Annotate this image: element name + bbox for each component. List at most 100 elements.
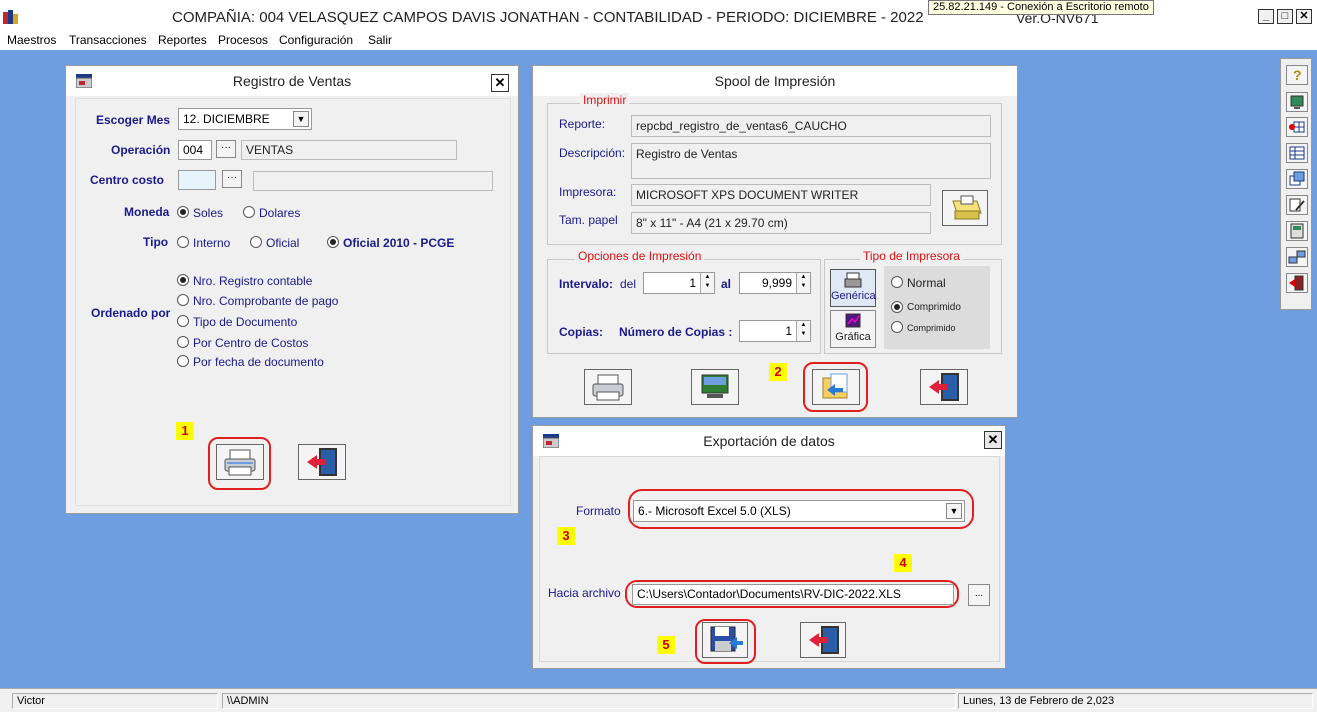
al-spin-arrows[interactable]: ▲ ▼ <box>796 273 810 293</box>
orden-tipo-doc-radio[interactable] <box>177 315 189 327</box>
normal-radio[interactable] <box>891 276 903 288</box>
spool-print-button[interactable] <box>584 369 632 405</box>
centro-costo-code-field[interactable] <box>178 170 216 190</box>
menu-procesos[interactable]: Procesos <box>218 33 268 47</box>
windows-icon[interactable] <box>1286 169 1308 189</box>
moneda-soles-radio[interactable] <box>177 206 189 218</box>
registro-close-button[interactable]: ✕ <box>491 74 509 92</box>
print-button[interactable] <box>216 444 264 480</box>
centro-costo-lookup-button[interactable]: ··· <box>222 170 242 188</box>
operacion-code-field[interactable]: 004 <box>178 140 212 160</box>
spool-preview-button[interactable] <box>691 369 739 405</box>
edit-doc-icon[interactable] <box>1286 195 1308 215</box>
moneda-dolares-radio[interactable] <box>243 206 255 218</box>
tipo-label: Tipo <box>143 235 169 249</box>
save-export-button[interactable] <box>702 622 748 658</box>
grafica-button[interactable]: Gráfica <box>830 310 876 348</box>
mes-select-value: 12. DICIEMBRE <box>183 112 270 126</box>
generic-printer-icon <box>844 272 862 288</box>
app-icon <box>3 10 19 24</box>
title-bar: COMPAÑIA: 004 VELASQUEZ CAMPOS DAVIS JON… <box>0 0 1317 32</box>
orden-tipo-doc-label: Tipo de Documento <box>193 315 298 329</box>
del-spinner[interactable]: 1 ▲ ▼ <box>643 272 715 294</box>
marker-3: 3 <box>557 527 575 545</box>
window-title: COMPAÑIA: 004 VELASQUEZ CAMPOS DAVIS JON… <box>172 9 924 26</box>
orden-fecha-radio[interactable] <box>177 355 189 367</box>
menu-reportes[interactable]: Reportes <box>158 33 207 47</box>
moneda-label: Moneda <box>124 205 170 219</box>
orden-centro-costos-label: Por Centro de Costos <box>193 336 309 350</box>
mes-label: Escoger Mes <box>96 113 171 127</box>
archivo-field[interactable]: C:\Users\Contador\Documents\RV-DIC-2022.… <box>632 584 954 605</box>
tipo-oficial-2010-radio[interactable] <box>327 236 339 248</box>
chevron-down-icon[interactable]: ▼ <box>946 503 962 519</box>
operacion-lookup-button[interactable]: ··· <box>216 140 236 158</box>
maximize-button[interactable]: □ <box>1277 9 1293 24</box>
opciones-group-title: Opciones de Impresión <box>575 249 705 263</box>
exportacion-exit-button[interactable] <box>800 622 846 658</box>
exit-door-icon[interactable] <box>1286 273 1308 293</box>
exit-door-icon <box>307 448 337 476</box>
close-button[interactable]: ✕ <box>1296 9 1312 24</box>
comprimido2-radio[interactable] <box>891 321 903 333</box>
exportacion-close-button[interactable]: ✕ <box>984 431 1002 449</box>
spool-title: Spool de Impresión <box>533 66 1017 96</box>
num-copias-label: Número de Copias : <box>619 325 733 339</box>
spool-export-button[interactable] <box>812 369 860 405</box>
network-icon[interactable] <box>1286 247 1308 267</box>
impresora-label: Impresora: <box>559 185 617 199</box>
tipo-impresora-title: Tipo de Impresora <box>860 249 963 263</box>
reporte-field: repcbd_registro_de_ventas6_CAUCHO <box>631 115 991 137</box>
orden-centro-costos-radio[interactable] <box>177 336 189 348</box>
chevron-down-icon[interactable]: ▼ <box>293 111 309 127</box>
registro-exit-button[interactable] <box>298 444 346 480</box>
copias-spin-arrows[interactable]: ▲ ▼ <box>796 321 810 341</box>
export-folder-icon <box>822 373 848 399</box>
ordenado-label: Ordenado por <box>91 306 171 320</box>
del-value: 1 <box>689 276 696 290</box>
reporte-label: Reporte: <box>559 117 606 131</box>
calculator-icon[interactable] <box>1286 221 1308 241</box>
papel-label: Tam. papel <box>559 213 618 227</box>
spool-exit-button[interactable] <box>920 369 968 405</box>
spool-title-text: Spool de Impresión <box>714 73 836 89</box>
formato-select[interactable]: 6.- Microsoft Excel 5.0 (XLS) ▼ <box>633 500 965 522</box>
marker-2: 2 <box>769 363 787 381</box>
moneda-dolares-label: Dolares <box>259 206 301 220</box>
rdp-tooltip: 25.82.21.149 - Conexión a Escritorio rem… <box>928 0 1154 15</box>
comprimido-radio[interactable] <box>891 301 903 313</box>
menu-configuracion[interactable]: Configuración <box>279 33 353 47</box>
generica-button[interactable]: Genérica <box>830 269 876 307</box>
monitor-icon[interactable] <box>1286 92 1308 112</box>
tipo-interno-radio[interactable] <box>177 236 189 248</box>
comprimido-label: Comprimido <box>907 302 961 313</box>
exportacion-body <box>539 456 1000 662</box>
menu-transacciones[interactable]: Transacciones <box>69 33 147 47</box>
copias-spinner[interactable]: 1 ▲ ▼ <box>739 320 811 342</box>
orden-comprobante-radio[interactable] <box>177 294 189 306</box>
menu-maestros[interactable]: Maestros <box>7 33 56 47</box>
menu-salir[interactable]: Salir <box>368 33 392 47</box>
table-icon[interactable] <box>1286 143 1308 163</box>
right-toolbar: ? <box>1280 58 1312 310</box>
descripcion-label: Descripción: <box>559 146 626 160</box>
mes-select[interactable]: 12. DICIEMBRE ▼ <box>178 108 312 130</box>
registro-title-text: Registro de Ventas <box>232 73 352 89</box>
grid-add-icon[interactable] <box>1286 117 1308 137</box>
printer-icon <box>224 449 256 476</box>
orden-registro-radio[interactable] <box>177 274 189 286</box>
al-value: 9,999 <box>761 276 792 290</box>
window-app-icon <box>543 434 559 448</box>
minimize-button[interactable]: _ <box>1258 9 1274 24</box>
status-bar: Victor \\ADMIN Lunes, 13 de Febrero de 2… <box>0 688 1317 712</box>
browse-button[interactable]: ... <box>968 584 990 606</box>
comprimido2-label: Comprimido <box>907 323 956 333</box>
al-spinner[interactable]: 9,999 ▲ ▼ <box>739 272 811 294</box>
marker-5: 5 <box>657 636 675 654</box>
tipo-oficial-radio[interactable] <box>250 236 262 248</box>
help-icon[interactable]: ? <box>1286 65 1308 85</box>
printer-setup-button[interactable] <box>942 190 988 226</box>
del-spin-arrows[interactable]: ▲ ▼ <box>700 273 714 293</box>
printer-icon <box>592 374 624 401</box>
generica-label: Genérica <box>831 290 876 302</box>
